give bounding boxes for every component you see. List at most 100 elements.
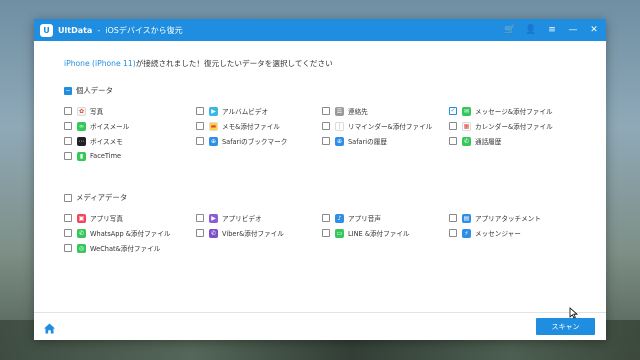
main-content: iPhone (iPhone 11)が接続されました！復元したいデータを選択して… xyxy=(34,41,606,312)
data-type-checkbox[interactable] xyxy=(449,229,457,238)
contacts-icon: ☰ xyxy=(335,106,344,116)
app-window: U UltData - iOSデバイスから復元 🛒 👤 ≡ — ✕ iPhone (iP… xyxy=(34,19,606,340)
safari-history-icon: ⊕ xyxy=(335,136,344,146)
data-type-checkbox[interactable] xyxy=(449,122,457,131)
data-type-checkbox[interactable] xyxy=(196,122,204,131)
menu-icon[interactable]: ≡ xyxy=(546,24,558,36)
data-type-item[interactable]: ▶ アルバムビデオ xyxy=(196,106,268,116)
close-icon[interactable]: ✕ xyxy=(588,24,600,36)
data-type-label: アプリ音声 xyxy=(348,215,381,223)
scan-button[interactable]: スキャン xyxy=(536,318,595,335)
data-type-checkbox[interactable] xyxy=(64,244,72,253)
data-type-label: リマインダー&添付ファイル xyxy=(348,123,433,132)
personal-data-checkbox[interactable]: − xyxy=(64,86,72,95)
title-bar-controls: 🛒 👤 ≡ — ✕ xyxy=(504,24,600,36)
data-type-item[interactable]: ✆ Viber&添付ファイル xyxy=(196,228,284,238)
data-type-label: アプリビデオ xyxy=(222,215,262,223)
data-type-checkbox[interactable] xyxy=(449,137,457,146)
data-type-checkbox[interactable] xyxy=(64,229,72,238)
data-type-checkbox[interactable] xyxy=(64,107,72,115)
data-type-item[interactable]: ⊕ Safariの履歴 xyxy=(322,136,387,146)
home-icon xyxy=(44,323,55,334)
data-type-label: Safariの履歴 xyxy=(348,138,387,147)
line-icon: ▭ xyxy=(335,228,344,238)
data-type-checkbox[interactable] xyxy=(64,122,72,131)
data-type-item[interactable]: ∞ ボイスメール xyxy=(64,121,129,131)
data-type-label: WeChat&添付ファイル xyxy=(90,245,161,254)
data-type-checkbox[interactable] xyxy=(196,137,204,146)
data-type-checkbox[interactable] xyxy=(64,137,72,146)
data-type-checkbox[interactable] xyxy=(196,107,204,115)
minimize-icon[interactable]: — xyxy=(567,24,579,36)
data-type-checkbox[interactable] xyxy=(322,214,330,222)
personal-data-title: 個人データ xyxy=(76,86,113,95)
data-type-checkbox[interactable] xyxy=(64,152,72,161)
data-type-label: メッセンジャー xyxy=(475,230,521,239)
calendar-icon: ▦ xyxy=(462,121,471,131)
prompt-text: が接続されました！復元したいデータを選択してください xyxy=(135,59,333,68)
album-video-icon: ▶ xyxy=(209,106,218,116)
cart-icon[interactable]: 🛒 xyxy=(504,24,516,36)
data-type-label: アプリ写真 xyxy=(90,215,123,223)
app-audio-icon: ♪ xyxy=(335,213,344,223)
data-type-item[interactable]: ▬ メモ&添付ファイル xyxy=(196,121,280,131)
data-type-label: メッセージ&添付ファイル xyxy=(475,108,553,116)
photos-icon: ✿ xyxy=(77,106,86,116)
data-type-item[interactable]: ▤ アプリアタッチメント xyxy=(449,213,541,223)
data-type-item[interactable]: ☰ 連絡先 xyxy=(322,106,368,116)
data-type-item[interactable]: ⋯ ボイスメモ xyxy=(64,136,123,146)
data-type-item[interactable]: ◎ WeChat&添付ファイル xyxy=(64,243,160,253)
data-type-checkbox[interactable] xyxy=(322,229,330,238)
data-type-label: 通話履歴 xyxy=(475,138,502,147)
reminders-icon: ⋮ xyxy=(335,121,344,131)
data-type-item[interactable]: ♪ アプリ音声 xyxy=(322,213,381,223)
data-type-label: ボイスメール xyxy=(90,123,130,132)
data-type-label: アプリアタッチメント xyxy=(475,215,541,223)
voice-memo-icon: ⋯ xyxy=(77,136,86,146)
data-type-item[interactable]: ⋮ リマインダー&添付ファイル xyxy=(322,121,432,131)
whatsapp-icon: ✆ xyxy=(77,228,86,238)
data-type-checkbox[interactable] xyxy=(322,107,330,115)
title-separator: - xyxy=(97,25,101,35)
app-name: UltData xyxy=(58,25,93,35)
data-type-checkbox[interactable] xyxy=(322,137,330,146)
data-type-checkbox[interactable] xyxy=(196,214,204,222)
data-type-item[interactable]: ✆ WhatsApp &添付ファイル xyxy=(64,228,170,238)
data-type-checkbox[interactable] xyxy=(322,122,330,131)
data-type-item[interactable]: ▮ FaceTime xyxy=(64,151,122,161)
data-type-checkbox[interactable] xyxy=(64,214,72,222)
device-name: iPhone (iPhone 11) xyxy=(64,59,136,68)
app-video-icon: ▶ xyxy=(209,213,218,223)
data-type-label: カレンダー&添付ファイル xyxy=(475,123,553,132)
media-data-section-title[interactable]: メディアデータ xyxy=(64,192,127,203)
messages-icon: ✉ xyxy=(462,106,471,116)
data-type-item[interactable]: ⊕ Safariのブックマーク xyxy=(196,136,287,146)
title-bar: U UltData - iOSデバイスから復元 🛒 👤 ≡ — ✕ xyxy=(34,19,606,41)
messenger-icon: ⚡ xyxy=(462,228,471,238)
data-type-label: 連絡先 xyxy=(348,108,368,116)
data-type-checkbox[interactable] xyxy=(449,214,457,222)
notes-icon: ▬ xyxy=(209,121,218,131)
data-type-item[interactable]: ▶ アプリビデオ xyxy=(196,213,262,223)
data-type-label: FaceTime xyxy=(90,152,122,161)
window-subtitle: iOSデバイスから復元 xyxy=(105,25,183,35)
data-type-checkbox[interactable]: ✓ xyxy=(449,107,457,115)
data-type-label: ボイスメモ xyxy=(90,138,123,147)
data-type-label: Safariのブックマーク xyxy=(222,138,288,147)
footer-bar: スキャン xyxy=(34,312,606,340)
personal-data-section-title[interactable]: − 個人データ xyxy=(64,85,113,96)
data-type-item[interactable]: ▭ LINE &添付ファイル xyxy=(322,228,410,238)
home-button[interactable] xyxy=(43,320,56,334)
data-type-item[interactable]: ✿ 写真 xyxy=(64,106,103,116)
data-type-item[interactable]: ▣ アプリ写真 xyxy=(64,213,123,223)
data-type-item[interactable]: ⚡ メッセンジャー xyxy=(449,228,521,238)
media-data-checkbox[interactable] xyxy=(64,193,72,202)
data-type-checkbox[interactable] xyxy=(196,229,204,238)
viber-icon: ✆ xyxy=(209,228,218,238)
user-icon[interactable]: 👤 xyxy=(525,24,537,36)
data-type-item[interactable]: ✆ 通話履歴 xyxy=(449,136,501,146)
data-type-item[interactable]: ▦ カレンダー&添付ファイル xyxy=(449,121,553,131)
data-type-item[interactable]: ✓ ✉ メッセージ&添付ファイル xyxy=(449,106,553,116)
app-photo-icon: ▣ xyxy=(77,213,86,223)
data-type-label: アルバムビデオ xyxy=(222,108,269,116)
